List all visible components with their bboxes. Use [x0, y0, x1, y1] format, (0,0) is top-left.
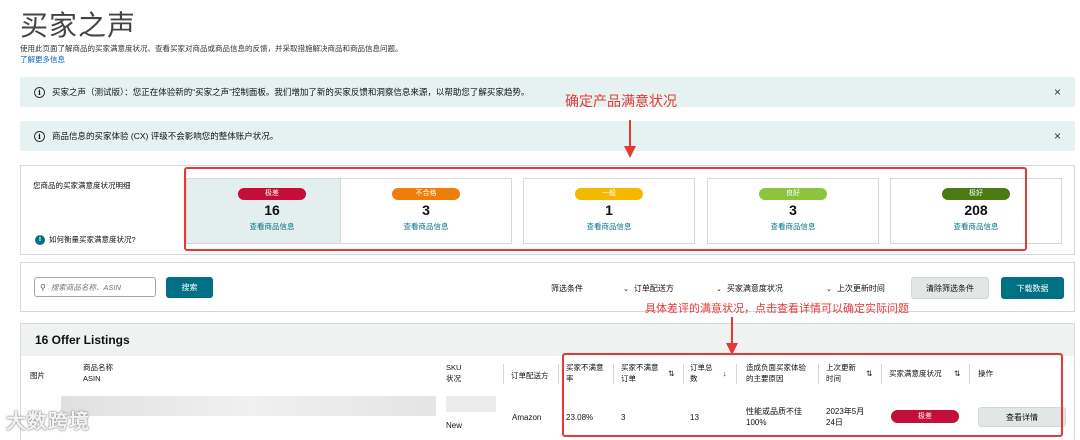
page-description: 使用此页面了解商品的买家满意度状况、查看买家对商品或商品信息的反馈，并采取措施解…	[20, 44, 403, 53]
product-thumbnail-blurred	[61, 396, 436, 416]
col-image: 图片	[30, 371, 45, 380]
annotation-box-cards	[184, 167, 1027, 251]
fulfillment-dropdown[interactable]: ⌄ 订单配送方	[623, 283, 674, 294]
updated-dropdown[interactable]: ⌄ 上次更新时间	[826, 283, 885, 294]
col-asin-label: ASIN	[83, 374, 101, 383]
clear-filters-button[interactable]: 清除筛选条件	[911, 277, 989, 299]
satisfaction-help-link[interactable]: i 如何衡量买家满意度状况?	[35, 234, 136, 245]
watermark-logo: 大数跨境	[6, 409, 90, 433]
annotation-top-text: 确定产品满意状况	[565, 93, 677, 109]
annotation-bottom-text: 具体差评的满意状况，点击查看详情可以确定实际问题	[645, 303, 909, 315]
satisfaction-dropdown[interactable]: ⌄ 买家满意度状况	[716, 283, 783, 294]
info-icon: i	[35, 234, 45, 245]
close-icon[interactable]: ×	[1054, 85, 1061, 99]
close-icon[interactable]: ×	[1054, 129, 1061, 143]
learn-more-link[interactable]: 了解更多信息	[20, 54, 65, 65]
download-button[interactable]: 下载数据	[1001, 277, 1064, 299]
beta-alert-text: 买家之声（测试版）：您正在体验新的“买家之声”控制面板。我们增加了新的买家反馈和…	[52, 87, 530, 97]
col-name[interactable]: 商品名称 ASIN	[83, 362, 113, 384]
col-name-label: 商品名称	[83, 363, 113, 372]
search-box[interactable]: ⚲	[34, 277, 156, 297]
dropdown-label: 上次更新时间	[836, 284, 885, 293]
column-divider	[558, 364, 559, 384]
filter-label: 筛选条件	[551, 284, 583, 293]
satisfaction-help-text: 如何衡量买家满意度状况?	[49, 235, 136, 244]
table-title: 16 Offer Listings	[21, 324, 1074, 356]
dropdown-label: 买家满意度状况	[726, 284, 783, 293]
search-icon: ⚲	[40, 282, 46, 292]
cx-alert: i 商品信息的买家体验 (CX) 评级不会影响您的整体账户状况。 ×	[20, 121, 1075, 151]
chevron-down-icon: ⌄	[716, 286, 722, 293]
search-input[interactable]	[50, 282, 141, 292]
col-sku-status-label: 状况	[446, 374, 461, 383]
cell-sku-status: New	[446, 421, 463, 430]
arrow-down-icon	[726, 317, 738, 355]
page-title: 买家之声	[20, 9, 137, 42]
chevron-down-icon: ⌄	[826, 286, 832, 293]
info-icon: i	[34, 130, 45, 142]
filter-bar: ⚲ 搜索 筛选条件 ⌄ 订单配送方 ⌄ 买家满意度状况 ⌄ 上次更新时间 清除筛选条件…	[20, 262, 1075, 312]
cx-alert-text: 商品信息的买家体验 (CX) 评级不会影响您的整体账户状况。	[52, 131, 279, 141]
col-sku-label: SKU	[446, 363, 462, 372]
arrow-down-icon	[624, 120, 636, 158]
search-button[interactable]: 搜索	[166, 277, 213, 298]
satisfaction-label: 您商品的买家满意度状况明细	[33, 181, 131, 190]
chevron-down-icon: ⌄	[623, 286, 629, 293]
info-icon: i	[34, 86, 45, 98]
sku-blurred	[446, 396, 496, 412]
col-sku[interactable]: SKU 状况	[446, 362, 461, 384]
annotation-box-columns	[562, 353, 1063, 437]
beta-alert: i 买家之声（测试版）：您正在体验新的“买家之声”控制面板。我们增加了新的买家反…	[20, 77, 1075, 107]
column-divider	[503, 364, 504, 384]
cell-fulfillment: Amazon	[512, 413, 542, 422]
col-fulfillment[interactable]: 订单配送方	[511, 370, 549, 381]
dropdown-label: 订单配送方	[633, 284, 674, 293]
